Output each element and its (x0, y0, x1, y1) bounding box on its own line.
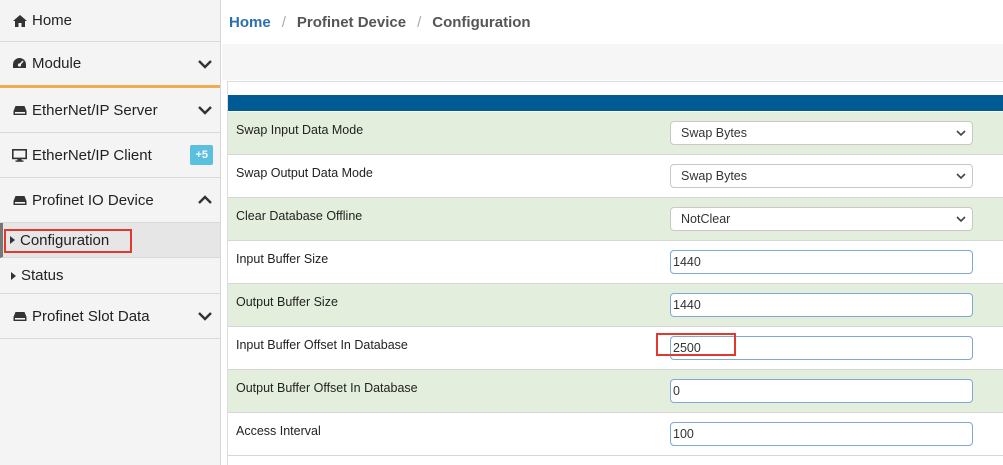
field-label: Swap Input Data Mode (236, 123, 364, 137)
chevron-up-icon (198, 195, 212, 204)
desktop-icon (12, 148, 27, 162)
chevron-down-icon (956, 216, 966, 223)
input-value: 100 (673, 427, 694, 441)
select-value: Swap Bytes (681, 126, 748, 140)
sidebar-item-label: EtherNet/IP Client (32, 146, 152, 164)
home-icon (12, 14, 27, 28)
count-badge: +5 (190, 145, 213, 165)
sidebar-item-label: Module (32, 55, 82, 72)
sidebar-item-profinet-io-device[interactable]: Profinet IO Device (0, 178, 220, 223)
panel-header-bar (228, 95, 1003, 111)
sidebar-item-module[interactable]: Module (0, 42, 220, 88)
page-header-band (222, 44, 1003, 80)
field-label: Clear Database Offline (236, 209, 363, 223)
hdd-icon (12, 103, 27, 117)
field-label: Input Buffer Size (236, 252, 329, 266)
sidebar-item-label: Profinet Slot Data (32, 307, 150, 325)
form-row: Access Interval 100 (228, 413, 1003, 456)
clear-database-offline-select[interactable]: NotClear (670, 207, 973, 231)
field-label: Output Buffer Offset In Database (236, 381, 418, 395)
caret-right-icon (10, 236, 15, 244)
form-row: Swap Input Data Mode Swap Bytes (228, 112, 1003, 155)
field-label: Access Interval (236, 424, 321, 438)
caret-right-icon (11, 271, 16, 280)
sidebar-item-label: EtherNet/IP Server (32, 101, 158, 119)
sidebar: Home Module EtherNet/IP Server EtherNet/… (0, 0, 221, 465)
chevron-down-icon (198, 59, 212, 69)
field-label: Swap Output Data Mode (236, 166, 373, 180)
breadcrumb-separator: / (281, 14, 286, 31)
chevron-down-icon (198, 106, 212, 115)
sidebar-subitem-status[interactable]: Status (0, 258, 220, 294)
access-interval-field[interactable]: 100 (670, 422, 973, 446)
input-buffer-size-field[interactable]: 1440 (670, 250, 973, 274)
select-value: NotClear (681, 212, 731, 226)
swap-input-data-mode-select[interactable]: Swap Bytes (670, 121, 973, 145)
input-value: 2500 (673, 341, 701, 355)
form-row: Output Buffer Offset In Database 0 (228, 370, 1003, 413)
sidebar-subitem-label: Status (21, 267, 64, 284)
chevron-down-icon (198, 312, 212, 321)
breadcrumb-device[interactable]: Profinet Device (297, 14, 406, 31)
breadcrumb: Home / Profinet Device / Configuration (229, 14, 531, 31)
field-label: Output Buffer Size (236, 295, 338, 309)
sidebar-item-profinet-slot-data[interactable]: Profinet Slot Data (0, 294, 220, 339)
select-value: Swap Bytes (681, 169, 748, 183)
form-row: Input Buffer Offset In Database 2500 (228, 327, 1003, 370)
output-buffer-offset-field[interactable]: 0 (670, 379, 973, 403)
form-row: Swap Output Data Mode Swap Bytes (228, 155, 1003, 198)
form-row: Output Buffer Size 1440 (228, 284, 1003, 327)
swap-output-data-mode-select[interactable]: Swap Bytes (670, 164, 973, 188)
sidebar-item-home[interactable]: Home (0, 0, 220, 42)
field-label: Input Buffer Offset In Database (236, 338, 408, 352)
sidebar-item-ethernet-ip-client[interactable]: EtherNet/IP Client +5 (0, 133, 220, 178)
input-value: 1440 (673, 298, 701, 312)
sidebar-item-ethernet-ip-server[interactable]: EtherNet/IP Server (0, 88, 220, 133)
breadcrumb-current-page: Configuration (432, 14, 531, 31)
breadcrumb-home-link[interactable]: Home (229, 14, 271, 31)
form-row: Input Buffer Size 1440 (228, 241, 1003, 284)
hdd-icon (12, 193, 27, 207)
form-row: Clear Database Offline NotClear (228, 198, 1003, 241)
output-buffer-size-field[interactable]: 1440 (670, 293, 973, 317)
input-value: 0 (673, 384, 680, 398)
chevron-down-icon (956, 173, 966, 180)
sidebar-item-label: Profinet IO Device (32, 191, 154, 209)
hdd-icon (12, 309, 27, 323)
sidebar-item-label: Home (32, 12, 73, 29)
dashboard-icon (12, 57, 27, 71)
breadcrumb-separator: / (417, 14, 422, 31)
input-value: 1440 (673, 255, 701, 269)
chevron-down-icon (956, 130, 966, 137)
sidebar-subitem-configuration[interactable]: Configuration (0, 223, 220, 258)
sidebar-subitem-label: Configuration (20, 231, 110, 249)
input-buffer-offset-field[interactable]: 2500 (670, 336, 973, 360)
